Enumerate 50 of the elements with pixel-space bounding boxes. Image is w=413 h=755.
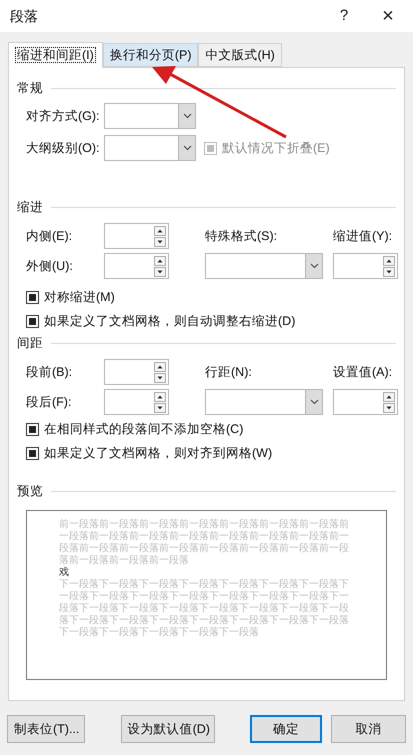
- preview-text: 戏: [59, 567, 70, 579]
- dropdown-field[interactable]: [205, 253, 323, 279]
- dialog-button[interactable]: 确定: [250, 715, 322, 743]
- checkbox-label: 如果定义了文档网格，则自动调整右缩进(D): [44, 312, 296, 330]
- dialog-button[interactable]: 设为默认值(D): [120, 715, 215, 743]
- chevron-down-icon: [182, 145, 192, 151]
- checkbox[interactable]: [26, 314, 39, 328]
- preview-text: 下一段落下一段落下一段落下一段落下一段落下一段落下一段落下一段落下一段落下一段落下一段落下一段落下一段落下一段落下一段落下一段落下一段落下一段落下一段落下一段落下一段落下一段落下一段落下一段落下一段落下一段落下一段落下一段落下一段落下一段落下一段落下一段落下一段落下一段落: [59, 579, 350, 639]
- section-heading: 间距: [17, 334, 43, 352]
- field-label: 外侧(U):: [26, 258, 74, 275]
- checkbox-label: 对称缩进(M): [44, 288, 115, 306]
- checkbox-label: 如果定义了文档网格，则对齐到网格(W): [44, 444, 272, 462]
- checkbox[interactable]: [26, 290, 39, 304]
- spin-field[interactable]: [104, 359, 169, 385]
- checkbox[interactable]: [26, 446, 39, 460]
- chevron-down-icon: [182, 113, 192, 119]
- dropdown-field[interactable]: [205, 389, 323, 415]
- checkbox-label: 默认情况下折叠(E): [222, 140, 330, 157]
- section-heading: 缩进: [17, 198, 43, 216]
- field-label: 段后(F):: [26, 394, 72, 411]
- checkbox-label: 在相同样式的段落间不添加空格(C): [44, 420, 244, 438]
- section-heading: 常规: [17, 80, 43, 97]
- close-button[interactable]: ×: [373, 1, 403, 31]
- section-heading: 预览: [17, 482, 43, 500]
- checkbox[interactable]: [26, 422, 39, 436]
- field-label: 缩进值(Y):: [333, 228, 394, 245]
- field-label: 对齐方式(G):: [26, 108, 101, 125]
- tab[interactable]: 中文版式(H): [198, 43, 282, 67]
- help-button[interactable]: ?: [329, 4, 359, 28]
- field-label: 内侧(E):: [26, 228, 74, 245]
- spin-field[interactable]: [104, 253, 169, 279]
- dropdown-field[interactable]: [104, 135, 196, 161]
- chevron-down-icon: [310, 399, 318, 405]
- spin-field[interactable]: [104, 389, 169, 415]
- field-label: 行距(N):: [205, 364, 253, 381]
- tab[interactable]: 缩进和间距(I): [8, 42, 103, 68]
- spin-field[interactable]: [333, 389, 398, 415]
- spin-field[interactable]: [104, 223, 169, 249]
- tab[interactable]: 换行和分页(P): [102, 43, 198, 67]
- spin-field[interactable]: [333, 253, 398, 279]
- field-label: 段前(B):: [26, 364, 74, 381]
- dialog-button[interactable]: 取消: [331, 715, 406, 743]
- field-label: 大纲级别(O):: [26, 140, 101, 157]
- preview-text: 前一段落前一段落前一段落前一段落前一段落前一段落前一段落前一段落前一段落前一段落前一段落前一段落前一段落前一段落前一段落前一段落前一段落前一段落前一段落前一段落前一段落前一段落前一段落前一段落前一段落: [59, 519, 350, 566]
- dropdown-field[interactable]: [104, 103, 196, 129]
- dialog-button[interactable]: 制表位(T)...: [7, 715, 85, 743]
- field-label: 特殊格式(S):: [205, 228, 278, 245]
- chevron-down-icon: [310, 263, 318, 269]
- window-title: 段落: [10, 6, 39, 26]
- field-label: 设置值(A):: [333, 364, 394, 381]
